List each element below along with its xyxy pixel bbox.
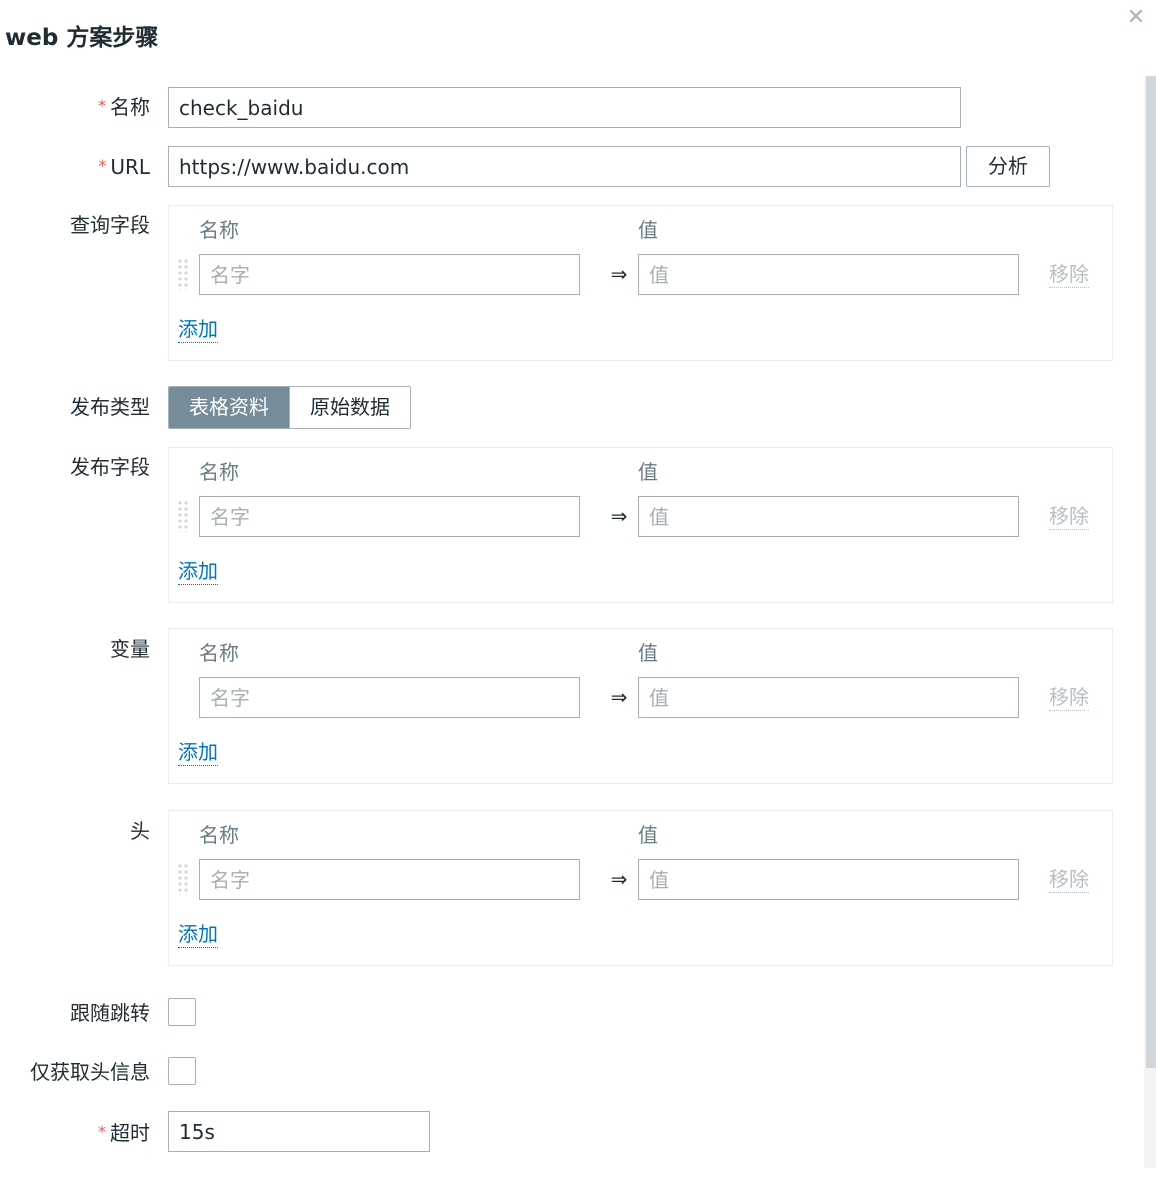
arrow-icon: ⇒ (610, 685, 628, 709)
name-label: * 名称 (98, 95, 150, 119)
column-header-name: 名称 (199, 460, 239, 484)
post-type-raw-data-option[interactable]: 原始数据 (289, 387, 410, 428)
post-add-link[interactable]: 添加 (178, 558, 218, 585)
header-value-input[interactable] (638, 859, 1019, 900)
column-header-value: 值 (638, 641, 658, 665)
column-header-value: 值 (638, 218, 658, 242)
column-header-name: 名称 (199, 641, 239, 665)
variable-remove-link[interactable]: 移除 (1049, 684, 1089, 711)
retrieve-headers-only-checkbox[interactable] (168, 1057, 196, 1085)
post-type-label: 发布类型 (70, 395, 150, 419)
follow-redirects-label: 跟随跳转 (70, 1001, 150, 1025)
post-remove-link[interactable]: 移除 (1049, 503, 1089, 530)
headers-label: 头 (130, 819, 150, 843)
query-value-input[interactable] (638, 254, 1019, 295)
retrieve-headers-only-label: 仅获取头信息 (30, 1060, 150, 1084)
post-type-segmented-control: 表格资料 原始数据 (168, 386, 411, 429)
drag-handle-icon[interactable] (177, 500, 189, 532)
variables-table: 名称 值 ⇒ 移除 添加 (168, 628, 1113, 784)
column-header-value: 值 (638, 823, 658, 847)
timeout-label: * 超时 (98, 1121, 150, 1145)
parse-button[interactable]: 分析 (966, 146, 1050, 187)
required-marker: * (98, 1122, 106, 1141)
query-add-link[interactable]: 添加 (178, 316, 218, 343)
url-label: * URL (98, 155, 150, 179)
variables-label: 变量 (110, 637, 150, 661)
post-name-input[interactable] (199, 496, 580, 537)
post-value-input[interactable] (638, 496, 1019, 537)
headers-table: 名称 值 ⇒ 移除 添加 (168, 810, 1113, 966)
arrow-icon: ⇒ (610, 867, 628, 891)
header-name-input[interactable] (199, 859, 580, 900)
required-marker: * (98, 96, 106, 115)
drag-handle-icon[interactable] (177, 863, 189, 895)
scrollbar[interactable] (1144, 76, 1156, 1168)
query-name-input[interactable] (199, 254, 580, 295)
arrow-icon: ⇒ (610, 504, 628, 528)
query-remove-link[interactable]: 移除 (1049, 261, 1089, 288)
post-fields-table: 名称 值 ⇒ 移除 添加 (168, 447, 1113, 603)
column-header-name: 名称 (199, 218, 239, 242)
query-fields-label: 查询字段 (70, 213, 150, 237)
variable-name-input[interactable] (199, 677, 580, 718)
post-type-form-data-option[interactable]: 表格资料 (169, 387, 289, 428)
variable-value-input[interactable] (638, 677, 1019, 718)
required-marker: * (98, 156, 107, 175)
scroll-thumb[interactable] (1146, 76, 1156, 1068)
follow-redirects-checkbox[interactable] (168, 998, 196, 1026)
close-icon[interactable]: ✕ (1122, 4, 1150, 32)
variable-add-link[interactable]: 添加 (178, 739, 218, 766)
column-header-name: 名称 (199, 823, 239, 847)
name-input[interactable] (168, 87, 961, 128)
timeout-input[interactable] (168, 1111, 430, 1152)
dialog-title: web 方案步骤 (5, 25, 159, 51)
header-remove-link[interactable]: 移除 (1049, 866, 1089, 893)
post-fields-label: 发布字段 (70, 455, 150, 479)
url-input[interactable] (168, 146, 961, 187)
arrow-icon: ⇒ (610, 262, 628, 286)
header-add-link[interactable]: 添加 (178, 921, 218, 948)
column-header-value: 值 (638, 460, 658, 484)
drag-handle-icon[interactable] (177, 258, 189, 290)
query-fields-table: 名称 值 ⇒ 移除 添加 (168, 205, 1113, 361)
